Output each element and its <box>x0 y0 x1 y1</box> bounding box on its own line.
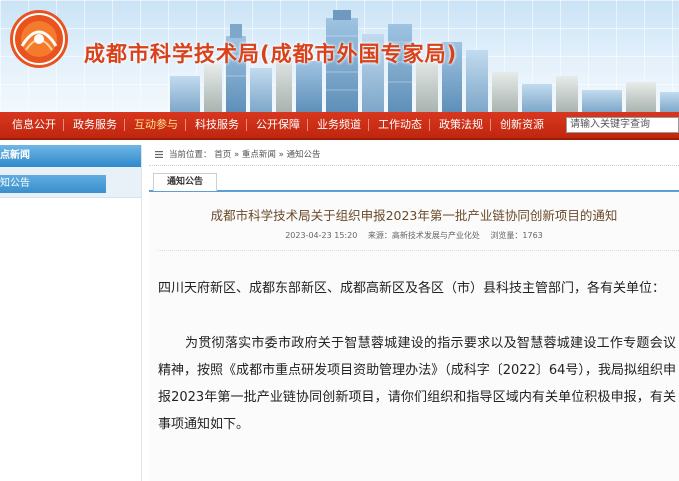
sidebar: 点新闻 知公告 <box>0 145 142 481</box>
nav-item-news[interactable]: 工作动态 <box>378 112 422 138</box>
nav-item-policy[interactable]: 政策法规 <box>439 112 483 138</box>
article-paragraph: 为贯彻落实市委市政府关于智慧蓉城建设的指示要求以及智慧蓉城建设工作专题会议精神，… <box>158 336 676 432</box>
search-input[interactable]: 请输入关键字查询 <box>566 117 679 133</box>
nav-separator <box>124 119 125 131</box>
breadcrumb-home[interactable]: 首页 <box>214 150 231 160</box>
breadcrumb-label: 当前位置： <box>169 150 212 160</box>
nav-separator <box>185 119 186 131</box>
article-paragraph: 四川天府新区、成都东部新区、成都高新区及各区（市）县科技主管部门，各有关单位： <box>158 281 666 296</box>
sidebar-item-notices[interactable]: 知公告 <box>0 175 106 193</box>
main-nav: 信息公开 政务服务 互动参与 科技服务 公开保障 业务频道 工作动态 政策法规 … <box>0 112 679 140</box>
nav-item-resources[interactable]: 创新资源 <box>500 112 544 138</box>
article-meta: 2023-04-23 15:20 来源：高新技术发展与产业化处 浏览量：1763 <box>149 230 679 241</box>
sidebar-heading: 点新闻 <box>0 145 141 167</box>
site-header: 成都市科学技术局(成都市外国专家局) <box>0 0 679 112</box>
home-icon <box>155 151 163 158</box>
article-date: 2023-04-23 15:20 <box>285 231 358 240</box>
nav-item-channels[interactable]: 业务频道 <box>317 112 361 138</box>
article-views: 浏览量：1763 <box>490 231 543 240</box>
sidebar-menu: 知公告 <box>0 167 141 198</box>
sidebar-heading-label: 点新闻 <box>0 150 30 161</box>
breadcrumb-separator: » <box>233 150 240 160</box>
nav-separator <box>429 119 430 131</box>
article-title: 成都市科学技术局关于组织申报2023年第一批产业链协同创新项目的通知 <box>210 208 618 223</box>
divider <box>158 250 679 251</box>
breadcrumb-separator: » <box>278 150 284 160</box>
nav-separator <box>368 119 369 131</box>
nav-separator <box>246 119 247 131</box>
sidebar-item-label: 知公告 <box>0 178 30 189</box>
breadcrumb: 当前位置： 首页 » 重点新闻 » 通知公告 <box>149 145 679 166</box>
nav-item-interaction[interactable]: 互动参与 <box>134 112 178 138</box>
nav-item-info[interactable]: 信息公开 <box>12 112 56 138</box>
breadcrumb-notices[interactable]: 通知公告 <box>286 150 320 160</box>
tab-bar: 通知公告 <box>149 170 679 192</box>
nav-separator <box>490 119 491 131</box>
nav-separator <box>307 119 308 131</box>
nav-separator <box>63 119 64 131</box>
nav-item-tech-services[interactable]: 科技服务 <box>195 112 239 138</box>
site-title: 成都市科学技术局(成都市外国专家局) <box>84 42 458 66</box>
tab-notices[interactable]: 通知公告 <box>153 173 217 191</box>
article-source: 来源：高新技术发展与产业化处 <box>367 231 480 240</box>
breadcrumb-news[interactable]: 重点新闻 <box>242 150 276 160</box>
nav-item-guarantee[interactable]: 公开保障 <box>256 112 300 138</box>
logo-icon <box>10 10 68 68</box>
nav-item-services[interactable]: 政务服务 <box>73 112 117 138</box>
